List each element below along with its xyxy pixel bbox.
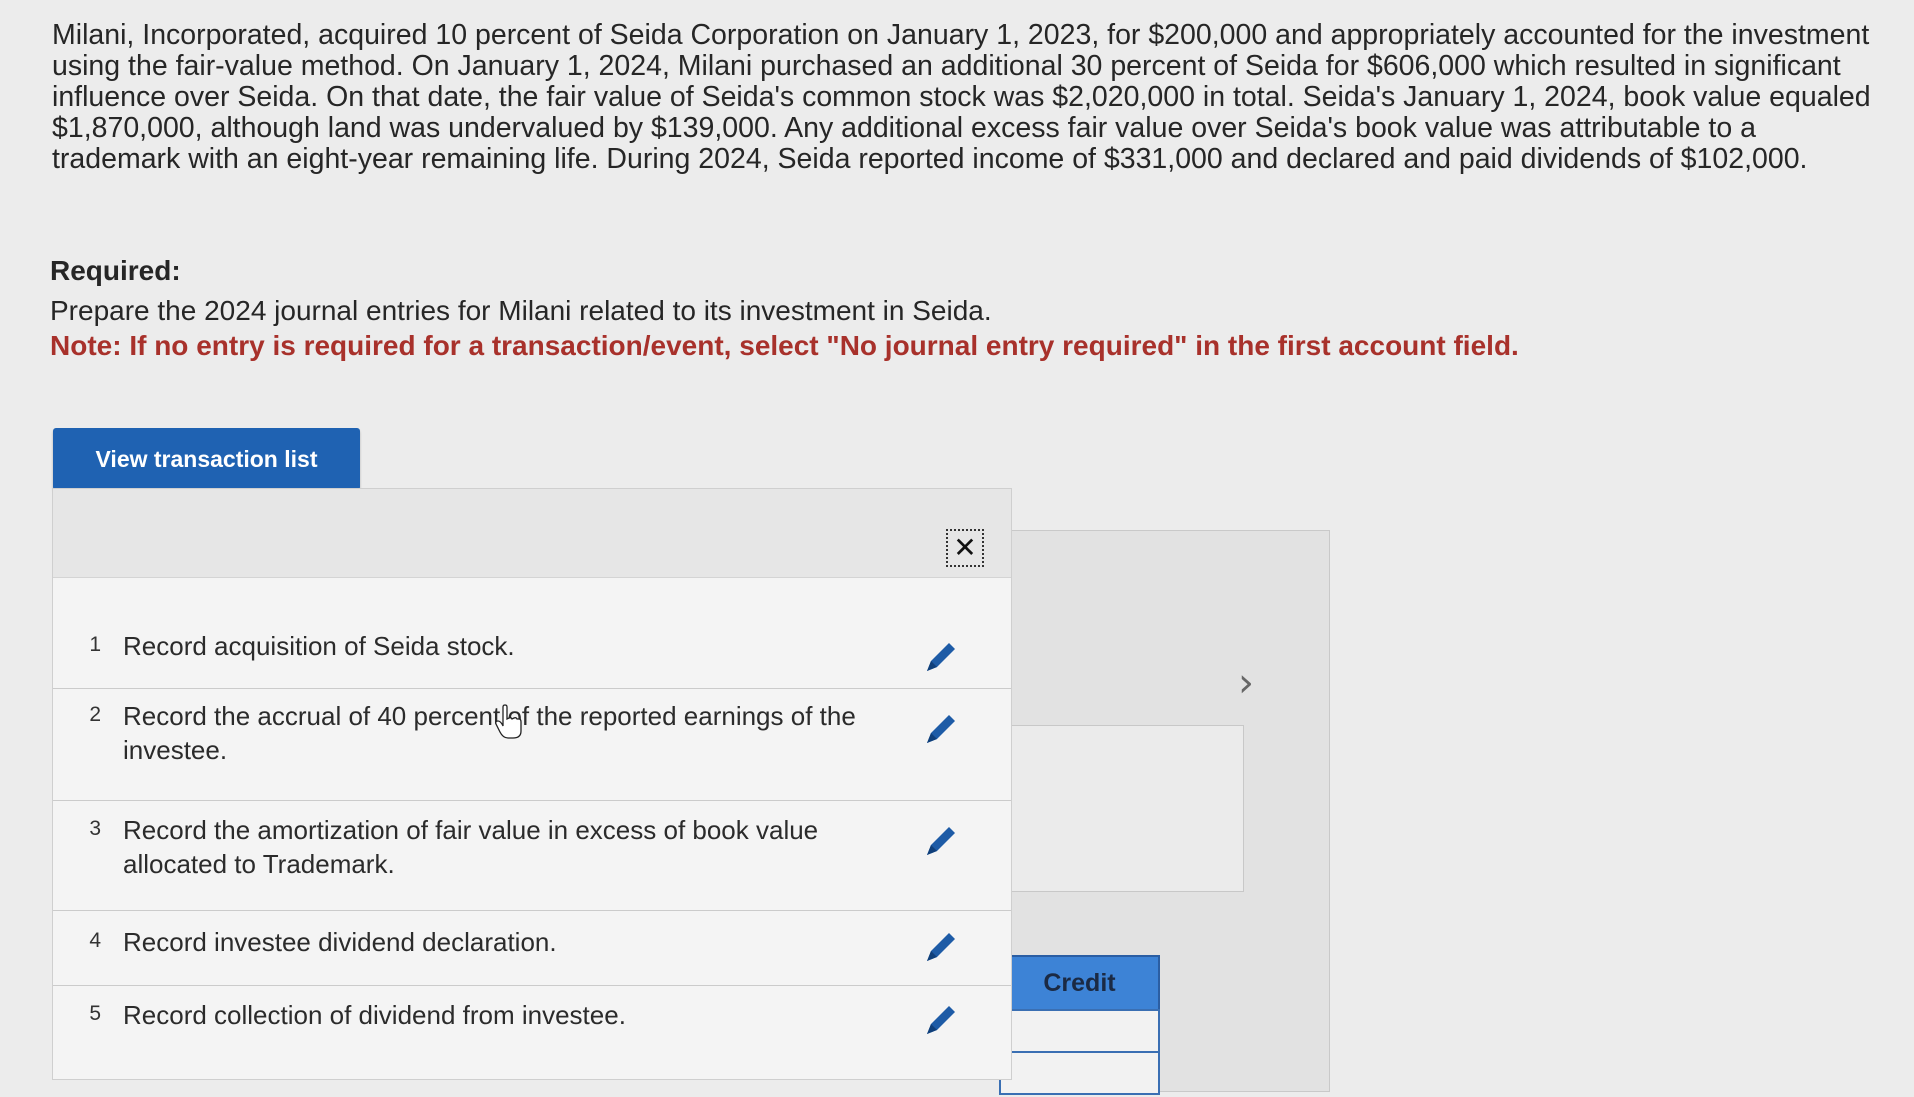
- transaction-description: Record collection of dividend from inves…: [123, 1000, 626, 1030]
- required-instructions: Prepare the 2024 journal entries for Mil…: [50, 295, 992, 326]
- pencil-icon[interactable]: [919, 635, 963, 679]
- pencil-icon[interactable]: [919, 925, 963, 969]
- close-icon[interactable]: ✕: [946, 529, 984, 567]
- required-heading: Required:: [50, 255, 181, 286]
- transaction-number: 1: [89, 633, 101, 656]
- chevron-right-icon[interactable]: ›: [1238, 660, 1254, 706]
- hand-cursor-icon: [494, 704, 524, 740]
- transaction-description: Record the amortization of fair value in…: [123, 815, 819, 879]
- transaction-row: 2 Record the accrual of 40 percent of th…: [53, 689, 1011, 801]
- transaction-number: 3: [89, 817, 101, 840]
- credit-input[interactable]: [999, 1051, 1160, 1095]
- note-text: Note: If no entry is required for a tran…: [50, 330, 1519, 361]
- transaction-row: 3 Record the amortization of fair value …: [53, 801, 1011, 911]
- pencil-icon[interactable]: [919, 707, 963, 751]
- view-transaction-list-button[interactable]: View transaction list: [53, 428, 360, 490]
- transaction-list-panel: ✕ 1 Record acquisition of Seida stock. 2…: [52, 488, 1012, 1080]
- transaction-row: 4 Record investee dividend declaration.: [53, 911, 1011, 986]
- pencil-icon[interactable]: [919, 819, 963, 863]
- pencil-icon[interactable]: [919, 998, 963, 1042]
- journal-entry-box: [1002, 725, 1244, 892]
- transaction-description: Record investee dividend declaration.: [123, 927, 557, 957]
- credit-input[interactable]: [999, 1009, 1160, 1053]
- transaction-number: 4: [89, 929, 101, 952]
- transaction-list-header: [53, 489, 1011, 578]
- problem-statement: Milani, Incorporated, acquired 10 percen…: [52, 19, 1871, 175]
- transaction-list: 1 Record acquisition of Seida stock. 2 R…: [53, 607, 1011, 1056]
- transaction-number: 5: [89, 1002, 101, 1025]
- credit-column-header: Credit: [999, 955, 1160, 1011]
- transaction-description: Record acquisition of Seida stock.: [123, 631, 515, 661]
- transaction-number: 2: [89, 703, 101, 726]
- transaction-row: 5 Record collection of dividend from inv…: [53, 986, 1011, 1056]
- transaction-row: 1 Record acquisition of Seida stock.: [53, 607, 1011, 689]
